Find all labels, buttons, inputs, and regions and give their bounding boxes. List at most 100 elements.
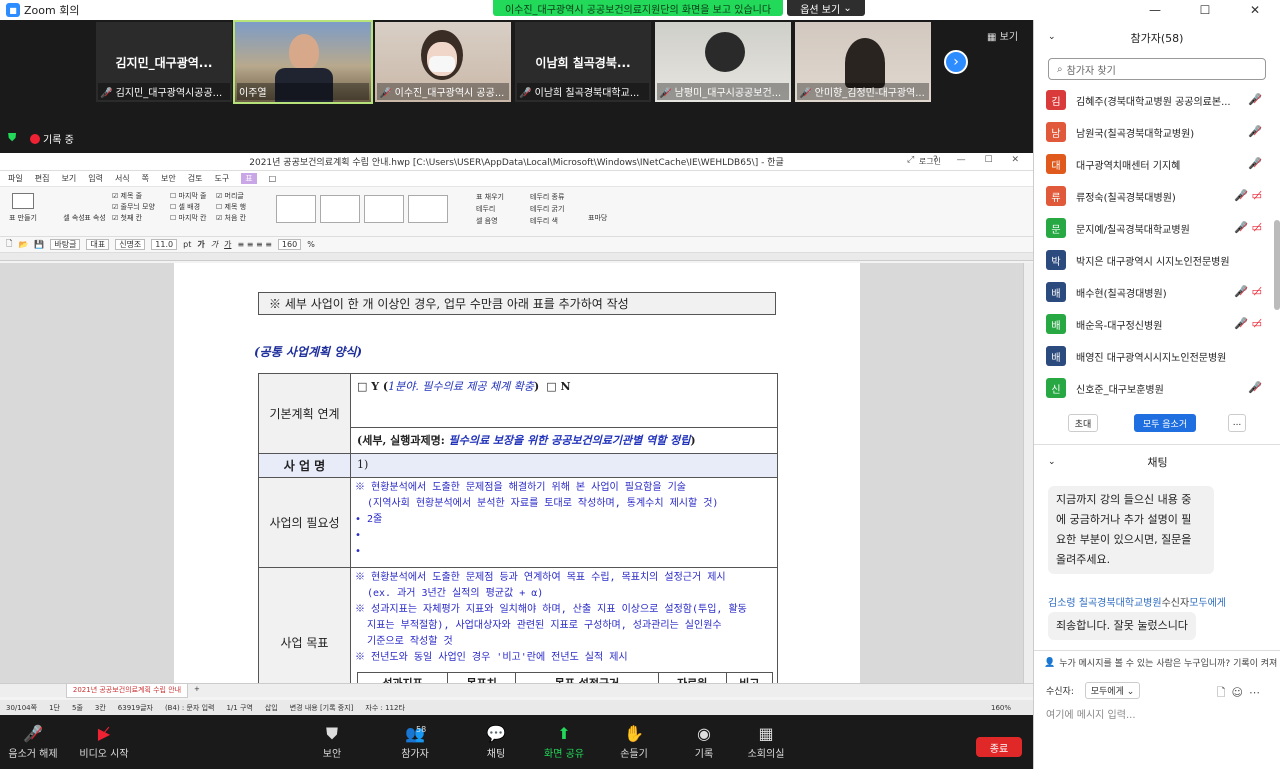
participant-search-input[interactable]: ⌕ 참가자 찾기 [1048, 58, 1266, 80]
recording-indicator[interactable]: 기록 중 [30, 131, 74, 146]
table-style-3[interactable] [364, 195, 404, 223]
minimize-button[interactable]: — [1130, 3, 1180, 17]
view-button[interactable]: ▦ 보기 [987, 28, 1018, 43]
participant-row[interactable]: 신 신호준_대구보훈병원 🎤̸ [1034, 372, 1274, 404]
mic-muted-icon[interactable]: 🎤̸ [1248, 381, 1262, 394]
emoji-icon[interactable]: ☺ [1232, 686, 1249, 699]
participant-row[interactable]: 배 배순옥-대구정신병원 🎤̸ ▭̸ [1034, 308, 1274, 340]
participant-row[interactable]: 남 남원국(칠곡경북대학교병원) 🎤̸ [1034, 116, 1274, 148]
mic-muted-icon[interactable]: 🎤̸ [1234, 221, 1248, 234]
participant-row[interactable]: 문 문지예/칠곡경북대학교병원 🎤̸ ▭̸ [1034, 212, 1274, 244]
raise-hand-button[interactable]: ✋ 손들기 [612, 723, 656, 760]
chat-input[interactable]: 여기에 메시지 입력... [1046, 706, 1136, 721]
maximize-button[interactable]: ☐ [1180, 3, 1230, 17]
recipient-select[interactable]: 모두에게 ⌄ [1084, 682, 1141, 699]
zoom-select[interactable]: 160 [277, 239, 302, 250]
project-name-value[interactable]: 1) [350, 453, 778, 478]
chevron-down-icon[interactable]: ⌄ [1048, 457, 1056, 467]
table-style-1[interactable] [276, 195, 316, 223]
doc-vertical-scrollbar[interactable] [1023, 263, 1033, 683]
participant-row[interactable]: 김 김혜주(경북대학교병원 공공의료본... 🎤̸ [1034, 84, 1274, 116]
style-select[interactable]: 바탕글 [50, 239, 81, 250]
ribbon-checks-2[interactable]: ☐ 마지막 줄 ☐ 셀 배경 ☐ 마지막 칸 [170, 191, 207, 224]
video-off-icon[interactable]: ▭̸ [1252, 189, 1262, 202]
more-icon[interactable]: ⋯ [1249, 686, 1266, 699]
doc-tab[interactable]: 2021년 공공보건의료계획 수립 안내 [66, 684, 188, 698]
menu-view[interactable]: 보기 [61, 173, 76, 184]
mic-muted-icon[interactable]: 🎤̸ [1248, 93, 1262, 106]
goals-text[interactable]: ※ 현황분석에서 도출한 문제점 등과 연계하여 목표 수립, 목표치의 설정근… [350, 567, 778, 683]
mute-all-button[interactable]: 모두 음소거 [1134, 414, 1196, 432]
table-props-label[interactable]: 표 속성 [82, 213, 108, 223]
mic-muted-icon[interactable]: 🎤̸ [1234, 317, 1248, 330]
mic-muted-icon[interactable]: 🎤̸ [1234, 285, 1248, 298]
document-page[interactable]: ※ 세부 사업이 한 개 이상인 경우, 업무 수만큼 아래 표를 추가하여 작… [174, 263, 860, 683]
ribbon-border-options-2[interactable]: 테두리 종류 테두리 굵기 테두리 색 [530, 191, 564, 227]
participant-row[interactable]: 류 류정숙(칠곡경북대병원) 🎤̸ ▭̸ [1034, 180, 1274, 212]
ribbon-checks-1[interactable]: ☑ 제목 줄 ☑ 줄무늬 모양 ☑ 첫째 칸 [112, 191, 155, 224]
table-grid-icon[interactable] [12, 193, 34, 209]
new-doc-icon[interactable]: 🗋 [6, 238, 12, 252]
menu-edit[interactable]: 편집 [35, 173, 50, 184]
underline-icon[interactable]: 가 [224, 239, 231, 250]
mic-muted-icon[interactable]: 🎤̸ [1234, 189, 1248, 202]
chat-button[interactable]: 💬 채팅 [476, 723, 516, 760]
video-tile[interactable]: 🎤̸ 남평미_대구시공공보건... [655, 22, 791, 102]
ribbon-checks-3[interactable]: ☑ 머리글 ☐ 제목 행 ☑ 처음 칸 [216, 191, 246, 224]
more-button[interactable]: ... [1228, 414, 1246, 432]
menu-page[interactable]: 쪽 [142, 173, 149, 184]
video-tile[interactable]: 김지민_대구광역... 🎤̸ 김지민_대구광역시공공... [96, 22, 232, 102]
chat-sender[interactable]: 김소령 칠곡경북대학교병원수신자모두에게 [1048, 594, 1226, 609]
close-button[interactable]: ✕ [1230, 3, 1280, 17]
font-size-input[interactable]: 11.0 [151, 239, 178, 250]
formula-label[interactable]: 표마당 [588, 213, 607, 223]
menu-review[interactable]: 검토 [188, 173, 203, 184]
open-doc-icon[interactable]: 📂 [18, 240, 28, 249]
chevron-down-icon[interactable]: ⌄ [1048, 32, 1056, 42]
breakout-rooms-button[interactable]: ▦ 소회의실 [742, 723, 790, 760]
participant-scrollbar[interactable] [1274, 220, 1280, 310]
next-page-chevron-icon[interactable]: › [944, 50, 968, 74]
chat-visibility-note[interactable]: 👤 누가 메시지를 볼 수 있는 사람은 누구입니까? 기록이 켜져 [1034, 650, 1280, 674]
bold-icon[interactable]: 가 [197, 239, 204, 250]
necessity-text[interactable]: ※ 현황분석에서 도출한 문제점을 해결하기 위해 본 사업이 필요함을 기술 … [350, 477, 778, 568]
menu-table[interactable]: 표 [241, 173, 257, 184]
participant-row[interactable]: 대 대구광역치매센터 기지혜 🎤̸ [1034, 148, 1274, 180]
video-tile-active-speaker[interactable]: 이주열 [233, 20, 373, 104]
table-style-4[interactable] [408, 195, 448, 223]
video-tile[interactable]: 🎤̸ 안미향_김정민-대구광역... [795, 22, 931, 102]
table-style-2[interactable] [320, 195, 360, 223]
start-video-button[interactable]: ▶̸ 비디오 시작 [72, 723, 136, 760]
mic-muted-icon[interactable]: 🎤̸ [1248, 157, 1262, 170]
menu-tools[interactable]: 도구 [215, 173, 230, 184]
mic-muted-icon[interactable]: 🎤̸ [1248, 125, 1262, 138]
add-tab-icon[interactable]: + [194, 685, 200, 693]
save-doc-icon[interactable]: 💾 [34, 240, 44, 249]
italic-icon[interactable]: 가 [211, 239, 218, 250]
end-meeting-button[interactable]: 종료 [976, 737, 1022, 757]
video-off-icon[interactable]: ▭̸ [1252, 285, 1262, 298]
participant-row[interactable]: 배 배수현(칠곡경대병원) 🎤̸ ▭̸ [1034, 276, 1274, 308]
video-tile[interactable]: 🎤̸ 이수진_대구광역시 공공... [375, 22, 511, 102]
share-screen-button[interactable]: ⬆ 화면 공유 [538, 723, 590, 760]
align-icons[interactable]: ≡ ≡ ≡ ≡ [237, 240, 271, 249]
menu-file[interactable]: 파일 [8, 173, 23, 184]
video-off-icon[interactable]: ▭̸ [1252, 317, 1262, 330]
doc-window-controls[interactable]: ⤢ ? — ☐ ✕ [907, 155, 1027, 165]
participant-row[interactable]: 박 박지은 대구광역시 시지노인전문병원 [1034, 244, 1274, 276]
invite-button[interactable]: 초대 [1068, 414, 1098, 432]
video-off-icon[interactable]: ▭̸ [1252, 221, 1262, 234]
table-make-label[interactable]: 표 만들기 [6, 213, 40, 223]
menu-format[interactable]: 서식 [115, 173, 130, 184]
menu-insert[interactable]: 입력 [88, 173, 103, 184]
menu-security[interactable]: 보안 [161, 173, 176, 184]
participant-row[interactable]: 배 배영진 대구광역시시지노인전문병원 [1034, 340, 1274, 372]
security-button[interactable]: ⛊ 보안 [312, 723, 352, 760]
menu-extra[interactable]: □ [269, 174, 277, 183]
unmute-button[interactable]: 🎤̸ 음소거 해제 [6, 723, 60, 760]
ribbon-border-options[interactable]: 표 채우기 테두리 셀 음영 [476, 191, 504, 227]
video-tile[interactable]: 이남희 칠곡경북... 🎤̸ 이남희 칠곡경북대학교... [515, 22, 651, 102]
participants-button[interactable]: 👥 58 참가자 [390, 723, 440, 760]
font-select[interactable]: 신명조 [115, 239, 146, 250]
style2-select[interactable]: 대표 [86, 239, 110, 250]
